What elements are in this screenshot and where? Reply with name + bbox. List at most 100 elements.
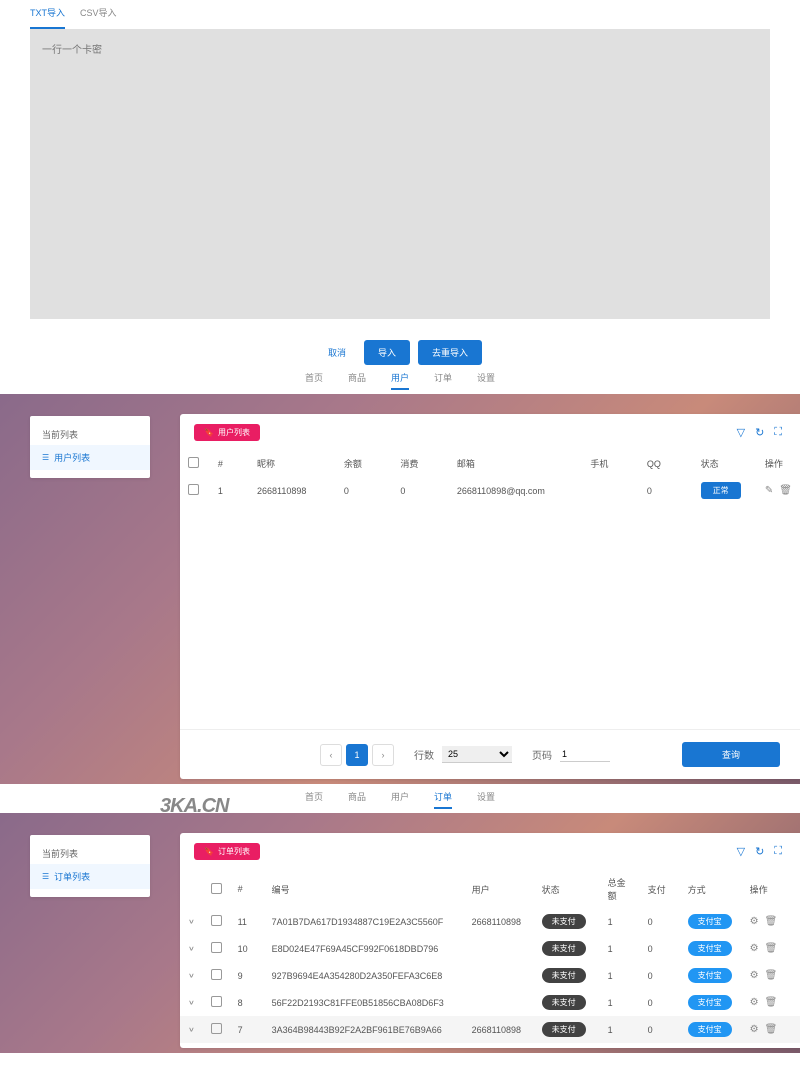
status-pill: 未支付: [542, 1022, 586, 1037]
table-row: ∨ 8 56F22D2193C81FFE0B51856CBA08D6F3 未支付…: [180, 989, 800, 1016]
method-pill: 支付宝: [688, 914, 732, 929]
delete-icon[interactable]: [765, 970, 778, 981]
sidebar-title-2: 当前列表: [30, 843, 150, 864]
nav-home[interactable]: 首页: [305, 371, 323, 390]
import-textarea[interactable]: [30, 29, 770, 319]
cell-user: 2668110898: [464, 1043, 534, 1048]
sidebar-item-users[interactable]: 用户列表: [30, 445, 150, 470]
table-row: ∨ 10 E8D024E47F69A45CF992F0618DBD796 未支付…: [180, 935, 800, 962]
filter-icon-2[interactable]: ▽: [737, 845, 745, 858]
page-prev[interactable]: ‹: [320, 744, 342, 766]
refresh-icon[interactable]: ↻: [755, 426, 764, 439]
fullscreen-icon-2[interactable]: ⛶: [774, 845, 782, 858]
cell-orderno: B0080306C250CD97B6A8D290CB9D20EB: [264, 1043, 464, 1048]
sidebar-item-orders[interactable]: 订单列表: [30, 864, 150, 889]
nav-home-2[interactable]: 首页: [305, 790, 323, 809]
cell-paid: 0: [640, 962, 680, 989]
nav-settings-2[interactable]: 设置: [477, 790, 495, 809]
page-input[interactable]: [560, 747, 610, 762]
nav-settings[interactable]: 设置: [477, 371, 495, 390]
page-next[interactable]: ›: [372, 744, 394, 766]
cell-orderno: 927B9694E4A354280D2A350FEFA3C6E8: [264, 962, 464, 989]
table-row: ∨ 9 927B9694E4A354280D2A350FEFA3C6E8 未支付…: [180, 962, 800, 989]
cell-orderno: 56F22D2193C81FFE0B51856CBA08D6F3: [264, 989, 464, 1016]
status-pill: 未支付: [542, 968, 586, 983]
cell-idx: 10: [230, 935, 264, 962]
row-checkbox[interactable]: [211, 942, 222, 953]
row-checkbox[interactable]: [211, 915, 222, 926]
status-pill: 未支付: [542, 995, 586, 1010]
edit-icon[interactable]: [765, 485, 773, 496]
cell-orderno: 7A01B7DA617D1934887C19E2A3C5560F: [264, 908, 464, 935]
delete-icon[interactable]: [779, 485, 792, 496]
query-button[interactable]: 查询: [682, 742, 780, 767]
rows-select[interactable]: 25: [442, 746, 512, 763]
select-all-checkbox[interactable]: [188, 457, 199, 468]
cell-email: 2668110898@qq.com: [449, 476, 583, 505]
dedupe-import-button[interactable]: 去重导入: [418, 340, 482, 365]
users-header-row: # 昵称 余额 消费 邮箱 手机 QQ 状态 操作: [180, 451, 800, 476]
tab-csv-import[interactable]: CSV导入: [80, 0, 117, 29]
select-all-checkbox-2[interactable]: [211, 883, 222, 894]
expand-icon[interactable]: ∨: [188, 945, 195, 953]
page-label: 页码: [532, 747, 552, 762]
cell-orderno: E8D024E47F69A45CF992F0618DBD796: [264, 935, 464, 962]
nav-orders[interactable]: 订单: [434, 371, 452, 390]
delete-icon[interactable]: [765, 943, 778, 954]
cell-paid: 0: [640, 908, 680, 935]
cell-idx: 8: [230, 989, 264, 1016]
settings-icon[interactable]: [750, 1024, 759, 1035]
expand-icon[interactable]: ∨: [188, 1026, 195, 1034]
sidebar-title: 当前列表: [30, 424, 150, 445]
cell-idx: 7: [230, 1016, 264, 1043]
cell-user: 2668110898: [464, 1016, 534, 1043]
sidebar: 当前列表 用户列表: [30, 416, 150, 478]
status-pill: 未支付: [542, 914, 586, 929]
delete-icon[interactable]: [765, 997, 778, 1008]
expand-icon[interactable]: ∨: [188, 972, 195, 980]
cell-user: [464, 935, 534, 962]
cell-paid: 0: [640, 989, 680, 1016]
cell-idx: 9: [230, 962, 264, 989]
row-checkbox[interactable]: [211, 996, 222, 1007]
expand-icon[interactable]: ∨: [188, 918, 195, 926]
cell-user: [464, 962, 534, 989]
fullscreen-icon[interactable]: ⛶: [774, 426, 782, 439]
settings-icon[interactable]: [750, 943, 759, 954]
cancel-button[interactable]: 取消: [318, 340, 356, 365]
cell-idx: 6: [230, 1043, 264, 1048]
cell-nick: 2668110898: [249, 476, 336, 505]
delete-icon[interactable]: [765, 1024, 778, 1035]
row-checkbox[interactable]: [188, 484, 199, 495]
panel-badge-2: 订单列表: [194, 843, 260, 860]
tab-txt-import[interactable]: TXT导入: [30, 0, 65, 29]
cell-user: 2668110898: [464, 908, 534, 935]
refresh-icon-2[interactable]: ↻: [755, 845, 764, 858]
settings-icon[interactable]: [750, 916, 759, 927]
orders-header-row: # 编号 用户 状态 总金额 支付 方式 操作: [180, 870, 800, 908]
panel-badge: 用户列表: [194, 424, 260, 441]
row-checkbox[interactable]: [211, 1023, 222, 1034]
cell-paid: 0: [640, 1043, 680, 1048]
nav-users[interactable]: 用户: [391, 371, 409, 390]
row-checkbox[interactable]: [211, 969, 222, 980]
method-pill: 支付宝: [688, 941, 732, 956]
nav-products-2[interactable]: 商品: [348, 790, 366, 809]
nav-products[interactable]: 商品: [348, 371, 366, 390]
cell-total: 1: [600, 935, 640, 962]
settings-icon[interactable]: [750, 997, 759, 1008]
page-1[interactable]: 1: [346, 744, 368, 766]
cell-orderno: 3A364B98443B92F2A2BF961BE76B9A66: [264, 1016, 464, 1043]
nav-orders-2[interactable]: 订单: [434, 790, 452, 809]
cell-phone: [582, 476, 638, 505]
nav-users-2[interactable]: 用户: [391, 790, 409, 809]
filter-icon[interactable]: ▽: [737, 426, 745, 439]
import-button[interactable]: 导入: [364, 340, 410, 365]
cell-idx: 11: [230, 908, 264, 935]
settings-icon[interactable]: [750, 970, 759, 981]
cell-user: [464, 989, 534, 1016]
delete-icon[interactable]: [765, 916, 778, 927]
cell-total: 1: [600, 989, 640, 1016]
expand-icon[interactable]: ∨: [188, 999, 195, 1007]
status-button[interactable]: 正常: [701, 482, 741, 499]
